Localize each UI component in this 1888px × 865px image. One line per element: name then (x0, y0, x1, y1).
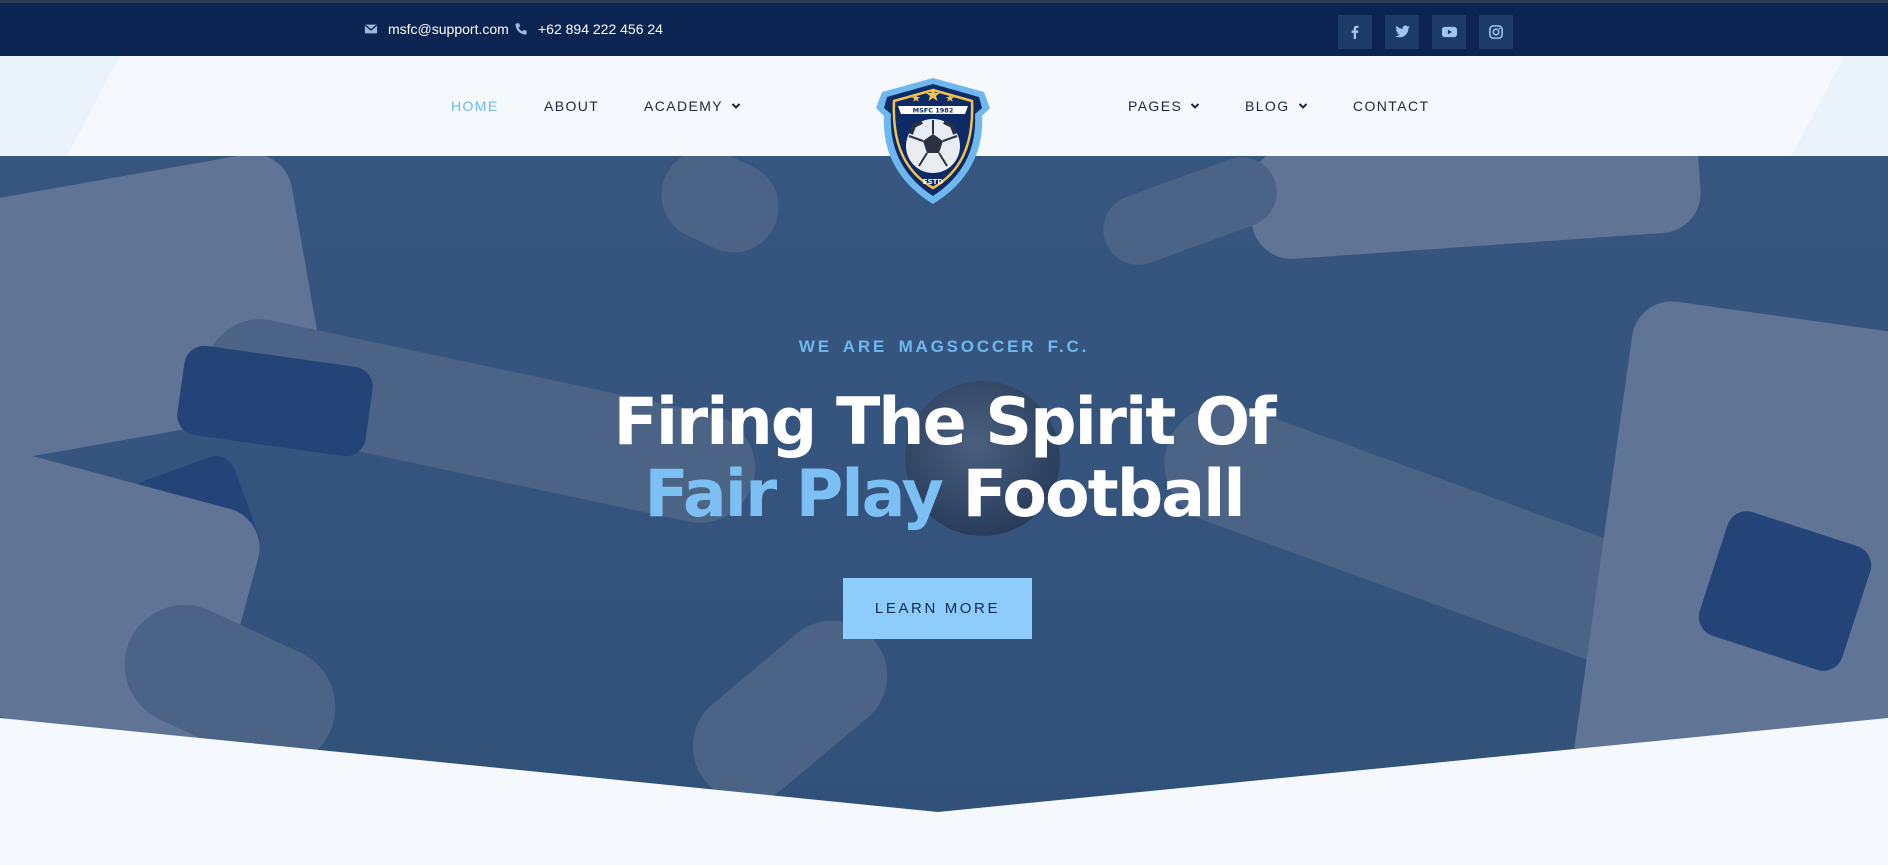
nav-decoration-left (0, 56, 120, 156)
nav-label[interactable]: HOME (451, 98, 499, 114)
nav-label[interactable]: PAGES (1128, 98, 1182, 114)
email-text[interactable]: msfc@support.com (388, 21, 509, 37)
phone-icon (515, 23, 527, 35)
contact-email[interactable]: msfc@support.com (364, 21, 509, 37)
twitter-button[interactable] (1385, 15, 1419, 49)
top-bar: msfc@support.com +62 894 222 456 24 (0, 0, 1888, 56)
envelope-icon (364, 24, 378, 34)
youtube-button[interactable] (1432, 15, 1466, 49)
club-logo[interactable]: MSFC 1982 ESTD (874, 76, 992, 208)
nav-item-about[interactable]: ABOUT (544, 98, 599, 114)
nav-item-pages[interactable]: PAGES (1128, 98, 1200, 114)
nav-item-contact[interactable]: CONTACT (1353, 98, 1429, 114)
chevron-down-icon (1190, 103, 1200, 109)
hero-bottom-divider (0, 718, 1888, 865)
club-crest-icon: MSFC 1982 ESTD (876, 78, 990, 204)
facebook-icon (1351, 25, 1359, 39)
nav-label[interactable]: BLOG (1245, 98, 1290, 114)
nav-item-home[interactable]: HOME (451, 98, 499, 114)
hero-section: WE ARE MAGSOCCER F.C. Firing The Spirit … (0, 156, 1888, 865)
phone-text[interactable]: +62 894 222 456 24 (538, 21, 663, 37)
nav-item-academy[interactable]: ACADEMY (644, 98, 741, 114)
chevron-down-icon (731, 103, 741, 109)
instagram-icon (1489, 25, 1503, 39)
twitter-icon (1394, 25, 1410, 38)
contact-phone[interactable]: +62 894 222 456 24 (514, 21, 663, 37)
nav-item-blog[interactable]: BLOG (1245, 98, 1308, 114)
logo-banner-text: MSFC 1982 (913, 107, 954, 115)
social-links (1338, 15, 1513, 49)
chevron-down-icon (1298, 103, 1307, 109)
nav-label[interactable]: CONTACT (1353, 98, 1429, 114)
nav-decoration-right (1791, 56, 1888, 156)
nav-label[interactable]: ACADEMY (644, 98, 723, 114)
instagram-button[interactable] (1479, 15, 1513, 49)
logo-estd-text: ESTD (923, 178, 944, 186)
nav-label[interactable]: ABOUT (544, 98, 599, 114)
facebook-button[interactable] (1338, 15, 1372, 49)
youtube-icon (1441, 26, 1457, 38)
